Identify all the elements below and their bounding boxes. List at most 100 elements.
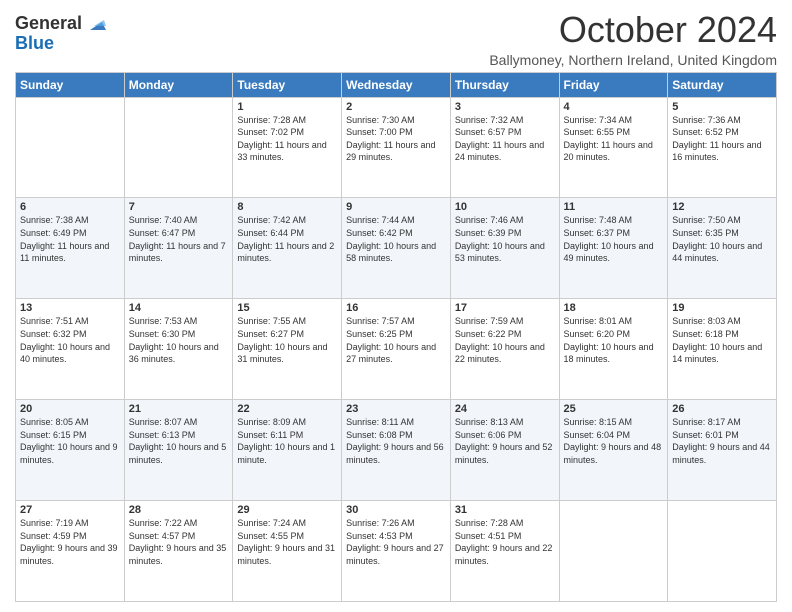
day-info: Sunrise: 7:50 AM Sunset: 6:35 PM Dayligh… [672,214,772,264]
logo: General Blue [15,14,106,54]
day-header-monday: Monday [124,72,233,97]
calendar-cell: 10Sunrise: 7:46 AM Sunset: 6:39 PM Dayli… [450,198,559,299]
day-number: 5 [672,101,772,113]
day-info: Sunrise: 7:38 AM Sunset: 6:49 PM Dayligh… [20,214,120,264]
day-info: Sunrise: 8:15 AM Sunset: 6:04 PM Dayligh… [564,416,664,466]
day-info: Sunrise: 7:28 AM Sunset: 7:02 PM Dayligh… [237,114,337,164]
day-number: 29 [237,504,337,516]
calendar-week-1: 1Sunrise: 7:28 AM Sunset: 7:02 PM Daylig… [16,97,777,198]
calendar-cell: 3Sunrise: 7:32 AM Sunset: 6:57 PM Daylig… [450,97,559,198]
calendar-cell: 29Sunrise: 7:24 AM Sunset: 4:55 PM Dayli… [233,501,342,602]
day-number: 15 [237,302,337,314]
day-info: Sunrise: 8:03 AM Sunset: 6:18 PM Dayligh… [672,315,772,365]
calendar-header-row: SundayMondayTuesdayWednesdayThursdayFrid… [16,72,777,97]
day-info: Sunrise: 8:17 AM Sunset: 6:01 PM Dayligh… [672,416,772,466]
calendar-cell: 22Sunrise: 8:09 AM Sunset: 6:11 PM Dayli… [233,400,342,501]
day-info: Sunrise: 7:57 AM Sunset: 6:25 PM Dayligh… [346,315,446,365]
day-info: Sunrise: 7:48 AM Sunset: 6:37 PM Dayligh… [564,214,664,264]
calendar-cell: 14Sunrise: 7:53 AM Sunset: 6:30 PM Dayli… [124,299,233,400]
calendar-cell: 21Sunrise: 8:07 AM Sunset: 6:13 PM Dayli… [124,400,233,501]
calendar-cell: 26Sunrise: 8:17 AM Sunset: 6:01 PM Dayli… [668,400,777,501]
day-header-friday: Friday [559,72,668,97]
day-info: Sunrise: 8:07 AM Sunset: 6:13 PM Dayligh… [129,416,229,466]
calendar-cell: 5Sunrise: 7:36 AM Sunset: 6:52 PM Daylig… [668,97,777,198]
day-number: 8 [237,201,337,213]
day-info: Sunrise: 7:36 AM Sunset: 6:52 PM Dayligh… [672,114,772,164]
day-number: 17 [455,302,555,314]
calendar-week-3: 13Sunrise: 7:51 AM Sunset: 6:32 PM Dayli… [16,299,777,400]
day-info: Sunrise: 7:28 AM Sunset: 4:51 PM Dayligh… [455,517,555,567]
day-number: 14 [129,302,229,314]
day-number: 27 [20,504,120,516]
calendar-cell: 15Sunrise: 7:55 AM Sunset: 6:27 PM Dayli… [233,299,342,400]
day-info: Sunrise: 7:22 AM Sunset: 4:57 PM Dayligh… [129,517,229,567]
day-number: 12 [672,201,772,213]
calendar-cell: 12Sunrise: 7:50 AM Sunset: 6:35 PM Dayli… [668,198,777,299]
day-number: 22 [237,403,337,415]
calendar-cell: 9Sunrise: 7:44 AM Sunset: 6:42 PM Daylig… [342,198,451,299]
day-number: 25 [564,403,664,415]
calendar-cell: 23Sunrise: 8:11 AM Sunset: 6:08 PM Dayli… [342,400,451,501]
day-number: 7 [129,201,229,213]
day-info: Sunrise: 8:01 AM Sunset: 6:20 PM Dayligh… [564,315,664,365]
day-number: 28 [129,504,229,516]
calendar-cell: 6Sunrise: 7:38 AM Sunset: 6:49 PM Daylig… [16,198,125,299]
day-info: Sunrise: 7:51 AM Sunset: 6:32 PM Dayligh… [20,315,120,365]
day-info: Sunrise: 7:34 AM Sunset: 6:55 PM Dayligh… [564,114,664,164]
day-info: Sunrise: 7:19 AM Sunset: 4:59 PM Dayligh… [20,517,120,567]
calendar-week-4: 20Sunrise: 8:05 AM Sunset: 6:15 PM Dayli… [16,400,777,501]
day-number: 6 [20,201,120,213]
day-number: 19 [672,302,772,314]
day-info: Sunrise: 7:42 AM Sunset: 6:44 PM Dayligh… [237,214,337,264]
calendar-cell: 31Sunrise: 7:28 AM Sunset: 4:51 PM Dayli… [450,501,559,602]
logo-text-blue: Blue [15,33,54,53]
calendar-cell: 11Sunrise: 7:48 AM Sunset: 6:37 PM Dayli… [559,198,668,299]
calendar-cell: 4Sunrise: 7:34 AM Sunset: 6:55 PM Daylig… [559,97,668,198]
day-info: Sunrise: 7:24 AM Sunset: 4:55 PM Dayligh… [237,517,337,567]
calendar-cell: 17Sunrise: 7:59 AM Sunset: 6:22 PM Dayli… [450,299,559,400]
day-info: Sunrise: 7:40 AM Sunset: 6:47 PM Dayligh… [129,214,229,264]
calendar-cell: 20Sunrise: 8:05 AM Sunset: 6:15 PM Dayli… [16,400,125,501]
day-info: Sunrise: 8:09 AM Sunset: 6:11 PM Dayligh… [237,416,337,466]
calendar-cell: 28Sunrise: 7:22 AM Sunset: 4:57 PM Dayli… [124,501,233,602]
day-number: 18 [564,302,664,314]
day-info: Sunrise: 7:53 AM Sunset: 6:30 PM Dayligh… [129,315,229,365]
day-info: Sunrise: 7:46 AM Sunset: 6:39 PM Dayligh… [455,214,555,264]
day-info: Sunrise: 7:59 AM Sunset: 6:22 PM Dayligh… [455,315,555,365]
day-info: Sunrise: 7:44 AM Sunset: 6:42 PM Dayligh… [346,214,446,264]
day-number: 10 [455,201,555,213]
day-number: 21 [129,403,229,415]
calendar-cell: 19Sunrise: 8:03 AM Sunset: 6:18 PM Dayli… [668,299,777,400]
day-number: 20 [20,403,120,415]
day-header-saturday: Saturday [668,72,777,97]
day-number: 3 [455,101,555,113]
day-number: 30 [346,504,446,516]
day-number: 2 [346,101,446,113]
day-info: Sunrise: 8:05 AM Sunset: 6:15 PM Dayligh… [20,416,120,466]
calendar-cell [668,501,777,602]
calendar-cell: 24Sunrise: 8:13 AM Sunset: 6:06 PM Dayli… [450,400,559,501]
calendar-table: SundayMondayTuesdayWednesdayThursdayFrid… [15,72,777,602]
day-info: Sunrise: 7:30 AM Sunset: 7:00 PM Dayligh… [346,114,446,164]
calendar-cell: 30Sunrise: 7:26 AM Sunset: 4:53 PM Dayli… [342,501,451,602]
calendar-cell: 8Sunrise: 7:42 AM Sunset: 6:44 PM Daylig… [233,198,342,299]
day-number: 23 [346,403,446,415]
header: General Blue October 2024 Ballymoney, No… [15,10,777,68]
day-number: 24 [455,403,555,415]
day-info: Sunrise: 8:11 AM Sunset: 6:08 PM Dayligh… [346,416,446,466]
day-info: Sunrise: 7:55 AM Sunset: 6:27 PM Dayligh… [237,315,337,365]
day-number: 9 [346,201,446,213]
day-number: 4 [564,101,664,113]
day-header-sunday: Sunday [16,72,125,97]
calendar-week-2: 6Sunrise: 7:38 AM Sunset: 6:49 PM Daylig… [16,198,777,299]
calendar-week-5: 27Sunrise: 7:19 AM Sunset: 4:59 PM Dayli… [16,501,777,602]
calendar-cell [559,501,668,602]
calendar-cell: 2Sunrise: 7:30 AM Sunset: 7:00 PM Daylig… [342,97,451,198]
calendar-cell [124,97,233,198]
day-number: 26 [672,403,772,415]
subtitle: Ballymoney, Northern Ireland, United Kin… [489,52,777,68]
calendar-cell: 18Sunrise: 8:01 AM Sunset: 6:20 PM Dayli… [559,299,668,400]
calendar-cell [16,97,125,198]
title-block: October 2024 Ballymoney, Northern Irelan… [489,10,777,68]
day-number: 31 [455,504,555,516]
